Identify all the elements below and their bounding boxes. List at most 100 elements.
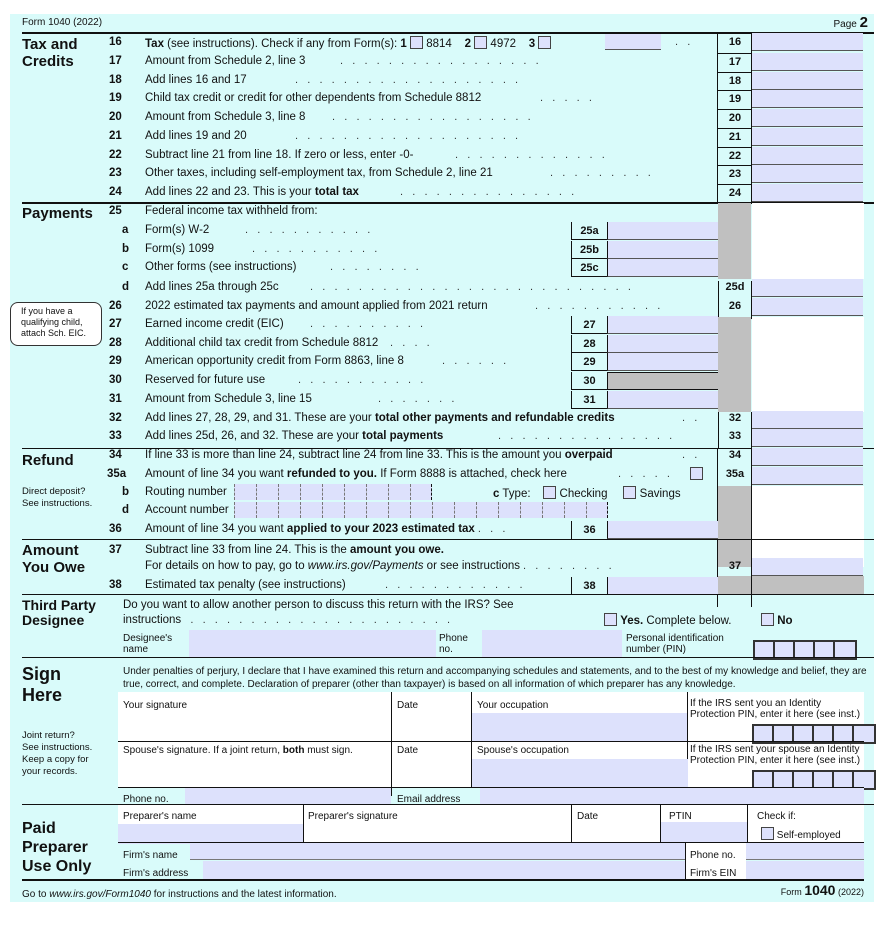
firm-phone-input[interactable] <box>746 843 864 860</box>
digit-box[interactable] <box>498 502 520 518</box>
line-20-amount[interactable] <box>752 109 863 128</box>
digit-box[interactable] <box>234 502 256 518</box>
self-employed-checkbox[interactable] <box>761 827 774 840</box>
designee-name-input[interactable] <box>189 630 436 657</box>
savings-checkbox[interactable] <box>623 486 637 499</box>
pin-digit-box[interactable] <box>774 726 794 742</box>
line-27-amount[interactable] <box>607 316 718 334</box>
line-25a-amount[interactable] <box>607 222 718 240</box>
email-input[interactable] <box>480 788 864 804</box>
line-24-amount[interactable] <box>752 183 863 202</box>
form-other-checkbox[interactable] <box>538 36 552 49</box>
line-28-amount[interactable] <box>607 334 718 353</box>
digit-box[interactable] <box>256 484 278 500</box>
pin-digit-box[interactable] <box>854 772 874 788</box>
digit-box[interactable] <box>234 484 256 500</box>
firm-name-input[interactable] <box>190 843 685 860</box>
pin-digit-box[interactable] <box>794 726 814 742</box>
designee-no-checkbox[interactable] <box>761 613 774 626</box>
line-16-amount[interactable] <box>752 33 863 51</box>
spouse-occupation-input[interactable] <box>472 759 688 787</box>
checking-checkbox[interactable] <box>543 486 557 499</box>
line-35a-num: 35a <box>107 468 127 480</box>
line-22-amount[interactable] <box>752 146 863 165</box>
pin-digit-box[interactable] <box>754 726 774 742</box>
digit-box[interactable] <box>520 502 542 518</box>
pin-digit-box[interactable] <box>774 772 794 788</box>
line-26-num: 26 <box>109 300 122 312</box>
digit-box[interactable] <box>542 502 564 518</box>
preparer-name-input[interactable] <box>118 824 303 844</box>
line-29-amount[interactable] <box>607 353 718 372</box>
pin-digit-box[interactable] <box>775 642 795 658</box>
digit-box[interactable] <box>410 484 432 500</box>
pin-digit-box[interactable] <box>814 726 834 742</box>
your-occupation-input[interactable] <box>472 713 688 741</box>
digit-box[interactable] <box>454 502 476 518</box>
firm-address-input[interactable] <box>203 861 685 879</box>
payments-link[interactable]: www.irs.gov/Payments <box>308 560 424 572</box>
digit-box[interactable] <box>278 502 300 518</box>
line-25b-amount[interactable] <box>607 240 718 259</box>
line-37-amount[interactable] <box>752 558 863 576</box>
pin-digit-box[interactable] <box>815 642 835 658</box>
designee-phone-input[interactable] <box>482 630 622 657</box>
ptin-input[interactable] <box>661 822 747 842</box>
line-16-other-form-input[interactable] <box>605 34 661 50</box>
phone-input[interactable] <box>185 788 391 804</box>
pin-digit-box[interactable] <box>814 772 834 788</box>
line-34-amount[interactable] <box>752 448 863 466</box>
firm-ein-input[interactable] <box>746 861 864 879</box>
designee-yes-checkbox[interactable] <box>604 613 617 626</box>
line-26-amount[interactable] <box>752 298 863 316</box>
digit-box[interactable] <box>256 502 278 518</box>
digit-box[interactable] <box>278 484 300 500</box>
pin-digit-box[interactable] <box>795 642 815 658</box>
digit-box[interactable] <box>300 502 322 518</box>
form-8888-checkbox[interactable] <box>690 467 703 480</box>
digit-box[interactable] <box>366 502 388 518</box>
routing-number-input[interactable] <box>234 484 432 500</box>
line-36-amount[interactable] <box>607 521 718 539</box>
account-number-input[interactable] <box>234 502 608 518</box>
line-17-amount[interactable] <box>752 53 863 71</box>
pin-digit-box[interactable] <box>755 642 775 658</box>
pin-digit-box[interactable] <box>854 726 874 742</box>
digit-box[interactable] <box>476 502 498 518</box>
line-19-amount[interactable] <box>752 90 863 109</box>
digit-box[interactable] <box>366 484 388 500</box>
digit-box[interactable] <box>410 502 432 518</box>
pin-digit-box[interactable] <box>834 726 854 742</box>
line-33-amount[interactable] <box>752 429 863 447</box>
line-25-text: Federal income tax withheld from: <box>145 205 318 217</box>
digit-box[interactable] <box>388 484 410 500</box>
line-21-num: 21 <box>109 129 122 142</box>
form-4972-checkbox[interactable] <box>474 36 488 49</box>
line-25b-letter: b <box>122 242 130 255</box>
form-8814-checkbox[interactable] <box>410 36 424 49</box>
line-21-amount[interactable] <box>752 127 863 146</box>
digit-box[interactable] <box>322 484 344 500</box>
line-25c-amount[interactable] <box>607 259 718 278</box>
form1040-link[interactable]: www.irs.gov/Form1040 <box>49 889 151 900</box>
pin-digit-box[interactable] <box>794 772 814 788</box>
digit-box[interactable] <box>586 502 608 518</box>
digit-box[interactable] <box>564 502 586 518</box>
digit-box[interactable] <box>388 502 410 518</box>
line-23-amount[interactable] <box>752 165 863 184</box>
your-signature-field[interactable] <box>118 710 390 740</box>
line-32-amount[interactable] <box>752 411 863 429</box>
digit-box[interactable] <box>344 502 366 518</box>
digit-box[interactable] <box>322 502 344 518</box>
pin-digit-box[interactable] <box>754 772 774 788</box>
digit-box[interactable] <box>344 484 366 500</box>
line-38-amount[interactable] <box>607 577 718 595</box>
line-18-amount[interactable] <box>752 71 863 90</box>
digit-box[interactable] <box>432 502 454 518</box>
digit-box[interactable] <box>300 484 322 500</box>
line-31-amount[interactable] <box>607 390 718 409</box>
line-35a-amount[interactable] <box>752 467 863 485</box>
pin-digit-box[interactable] <box>835 642 855 658</box>
pin-digit-box[interactable] <box>834 772 854 788</box>
line-25d-amount[interactable] <box>752 279 863 297</box>
